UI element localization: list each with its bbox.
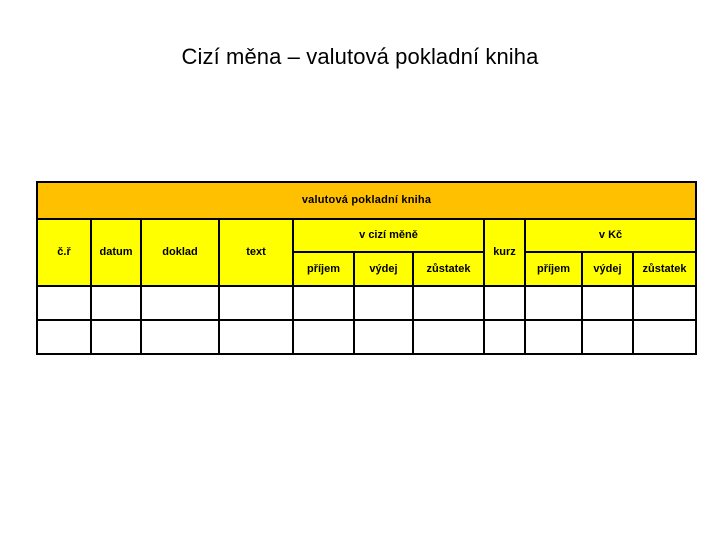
cell-kc-prijem[interactable]: [524, 285, 583, 321]
cell-kc-zustatek[interactable]: [631, 319, 698, 355]
cell-kurz[interactable]: [483, 319, 526, 355]
valuta-cashbook-table: valutová pokladní kniha č.ř datum doklad…: [35, 181, 698, 355]
column-header-kc-zustatek: zůstatek: [631, 251, 698, 287]
column-header-doklad: doklad: [140, 218, 220, 287]
cell-fc-zustatek[interactable]: [412, 319, 485, 355]
cell-text[interactable]: [218, 285, 294, 321]
column-group-header-foreign-currency: v cizí měně: [292, 218, 485, 253]
column-header-cislo-radku: č.ř: [36, 218, 92, 287]
column-header-fc-vydej: výdej: [353, 251, 414, 287]
column-header-kc-vydej: výdej: [581, 251, 634, 287]
cell-fc-prijem[interactable]: [292, 285, 355, 321]
table-band-title: valutová pokladní kniha: [35, 181, 698, 220]
table-row: [36, 319, 698, 355]
cell-cislo-radku[interactable]: [36, 285, 92, 321]
cell-fc-zustatek[interactable]: [412, 285, 485, 321]
column-group-header-czk: v Kč: [523, 218, 698, 253]
page-title: Cizí měna – valutová pokladní kniha: [181, 44, 539, 69]
column-header-kc-prijem: příjem: [524, 251, 583, 287]
column-header-text: text: [218, 218, 294, 287]
table-header-row-groups: č.ř datum doklad text v cizí měně kurz v…: [36, 218, 698, 287]
cell-doklad[interactable]: [140, 319, 220, 355]
cell-datum[interactable]: [90, 285, 142, 321]
cell-fc-vydej[interactable]: [353, 285, 414, 321]
column-header-datum: datum: [90, 218, 142, 287]
cell-kc-prijem[interactable]: [524, 319, 583, 355]
column-header-fc-prijem: příjem: [292, 251, 355, 287]
table-band-row: valutová pokladní kniha: [35, 181, 698, 220]
cell-kc-vydej[interactable]: [581, 285, 634, 321]
cell-kurz[interactable]: [483, 285, 526, 321]
cell-cislo-radku[interactable]: [36, 319, 92, 355]
column-header-kurz: kurz: [483, 218, 526, 287]
cell-fc-vydej[interactable]: [353, 319, 414, 355]
cell-doklad[interactable]: [140, 285, 220, 321]
cell-fc-prijem[interactable]: [292, 319, 355, 355]
cell-kc-vydej[interactable]: [581, 319, 634, 355]
ledger-table-container: valutová pokladní kniha č.ř datum doklad…: [35, 181, 698, 355]
column-header-fc-zustatek: zůstatek: [412, 251, 485, 287]
cell-kc-zustatek[interactable]: [631, 285, 698, 321]
cell-datum[interactable]: [90, 319, 142, 355]
table-row: [36, 285, 698, 321]
cell-text[interactable]: [218, 319, 294, 355]
